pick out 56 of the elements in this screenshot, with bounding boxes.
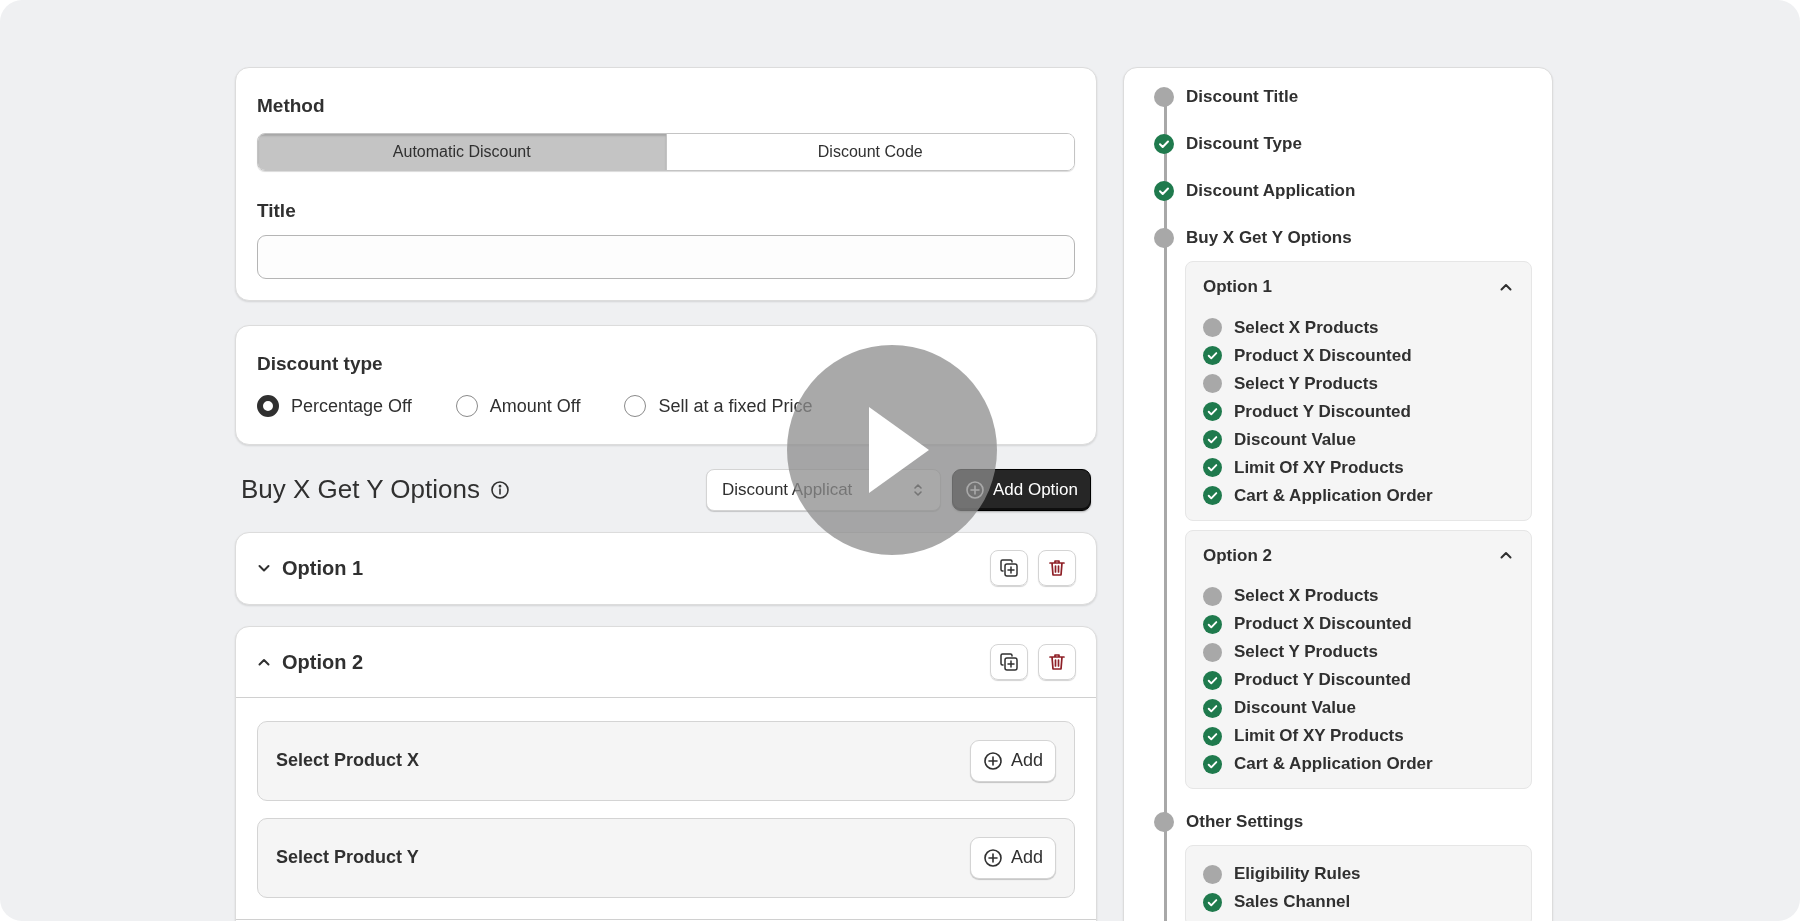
substep-label[interactable]: Product Y Discounted	[1234, 667, 1411, 693]
radio-option[interactable]: Sell at a fixed Price	[624, 392, 813, 420]
substep-label[interactable]: Sales Channel	[1234, 889, 1351, 915]
group-title[interactable]: Option 2	[1203, 542, 1272, 568]
duplicate-button[interactable]	[990, 643, 1028, 680]
add-button[interactable]: Add	[969, 836, 1056, 879]
add-button[interactable]: Add	[969, 739, 1056, 782]
title-label: Title	[257, 198, 297, 223]
method-label: Method	[257, 94, 326, 118]
radio-label: Sell at a fixed Price	[658, 394, 813, 418]
plus-circle-icon	[982, 750, 1003, 771]
radio-option[interactable]: Percentage Off	[257, 392, 412, 420]
substep-label[interactable]: Product X Discounted	[1234, 611, 1412, 637]
substep-label[interactable]: Limit Of XY Products	[1234, 723, 1404, 749]
radio-label: Percentage Off	[291, 394, 412, 418]
substep-label[interactable]: Limit Of XY Products	[1234, 454, 1404, 481]
option-title[interactable]: Option 2	[282, 646, 364, 677]
info-icon	[489, 479, 510, 500]
substep-label[interactable]: Cart & Application Order	[1234, 482, 1433, 509]
segment-tab[interactable]: Discount Code	[665, 133, 1074, 170]
duplicate-icon	[999, 651, 1019, 672]
substep-label[interactable]: Select X Products	[1234, 583, 1379, 609]
substep-label[interactable]: Product X Discounted	[1234, 342, 1412, 369]
substep-label[interactable]: Discount Value	[1234, 426, 1356, 453]
substep-label[interactable]: Eligibility Rules	[1234, 861, 1361, 887]
title-input[interactable]	[257, 235, 1075, 279]
delete-button[interactable]	[1038, 643, 1076, 680]
segment-tab[interactable]: Automatic Discount	[258, 133, 666, 170]
substep-label[interactable]: Cart & Application Order	[1234, 751, 1433, 777]
section-label: Select Product X	[276, 749, 421, 772]
trash-icon	[1047, 558, 1067, 578]
radio-button[interactable]	[257, 395, 279, 417]
step-label[interactable]: Discount Application	[1186, 177, 1356, 204]
radio-button[interactable]	[455, 395, 478, 417]
duplicate-icon	[999, 558, 1019, 578]
plus-circle-icon	[982, 847, 1003, 868]
radio-option[interactable]: Amount Off	[455, 392, 581, 420]
substep-label[interactable]: Discount Value	[1234, 695, 1356, 721]
step-label[interactable]: Discount Type	[1186, 130, 1302, 157]
radio-label: Amount Off	[489, 394, 581, 418]
group-title[interactable]: Option 1	[1203, 274, 1272, 300]
radio-button[interactable]	[624, 395, 647, 417]
discount-type-label: Discount type	[257, 352, 384, 376]
substep-label[interactable]: Select Y Products	[1234, 639, 1378, 665]
step-label[interactable]: Discount Title	[1186, 83, 1299, 110]
section-heading: Buy X Get Y Options	[241, 473, 480, 506]
section-label: Select Product Y	[276, 846, 420, 869]
substep-label[interactable]: Select Y Products	[1234, 370, 1378, 397]
duplicate-button[interactable]	[990, 550, 1028, 586]
substep-label[interactable]: Select X Products	[1234, 314, 1379, 341]
step-label[interactable]: Buy X Get Y Options	[1186, 224, 1352, 251]
trash-icon	[1047, 651, 1067, 672]
substep-label[interactable]: Product Y Discounted	[1234, 398, 1411, 425]
delete-button[interactable]	[1038, 550, 1076, 586]
step-label[interactable]: Other Settings	[1186, 808, 1304, 835]
option-title[interactable]: Option 1	[282, 553, 364, 583]
